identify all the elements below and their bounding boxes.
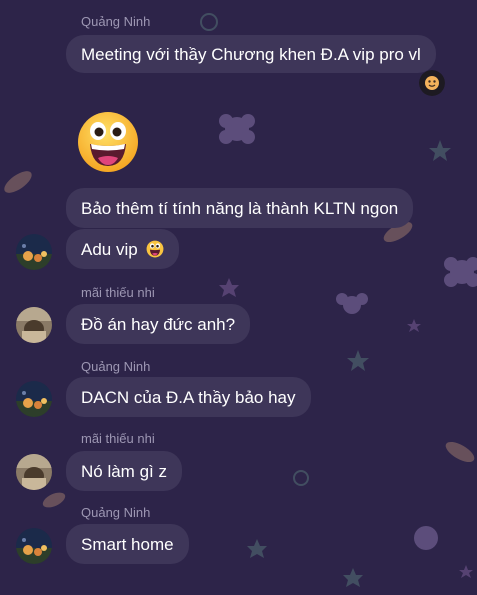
message-bubble[interactable]: Bảo thêm tí tính năng là thành KLTN ngon (66, 188, 414, 228)
message-text: Đồ án hay đức anh? (81, 315, 236, 334)
sender-name: Quảng Ninh (81, 14, 151, 29)
message-bubble[interactable]: Đồ án hay đức anh? (66, 304, 251, 344)
chat-background-pattern (4, 13, 477, 587)
message-text: DACN của Đ.A thầy bảo hay (81, 388, 296, 407)
avatar[interactable] (16, 307, 52, 343)
message-text: Smart home (81, 535, 174, 554)
avatar[interactable] (16, 234, 52, 270)
sender-name: mãi thiếu nhi (81, 431, 155, 446)
message-bubble[interactable]: Nó làm gì z (66, 451, 182, 491)
message-text: Meeting với thầy Chương khen Đ.A vip pro… (81, 45, 421, 64)
message-text: Adu vip (81, 240, 138, 259)
avatar[interactable] (16, 528, 52, 564)
sender-name: Quảng Ninh (81, 359, 151, 374)
message-bubble[interactable]: Meeting với thầy Chương khen Đ.A vip pro… (66, 35, 436, 73)
message-text: Nó làm gì z (81, 462, 167, 481)
sender-name: mãi thiếu nhi (81, 285, 155, 300)
message-text: Bảo thêm tí tính năng là thành KLTN ngon (81, 199, 399, 218)
message-bubble[interactable]: Smart home (66, 524, 189, 564)
grinning-face-icon[interactable] (76, 110, 140, 174)
message-bubble[interactable]: Adu vip (66, 229, 180, 269)
avatar[interactable] (16, 381, 52, 417)
seen-avatar-icon (419, 70, 445, 96)
avatar[interactable] (16, 454, 52, 490)
grinning-face-icon (146, 240, 164, 263)
message-bubble[interactable]: DACN của Đ.A thầy bảo hay (66, 377, 311, 417)
sender-name: Quảng Ninh (81, 505, 151, 520)
